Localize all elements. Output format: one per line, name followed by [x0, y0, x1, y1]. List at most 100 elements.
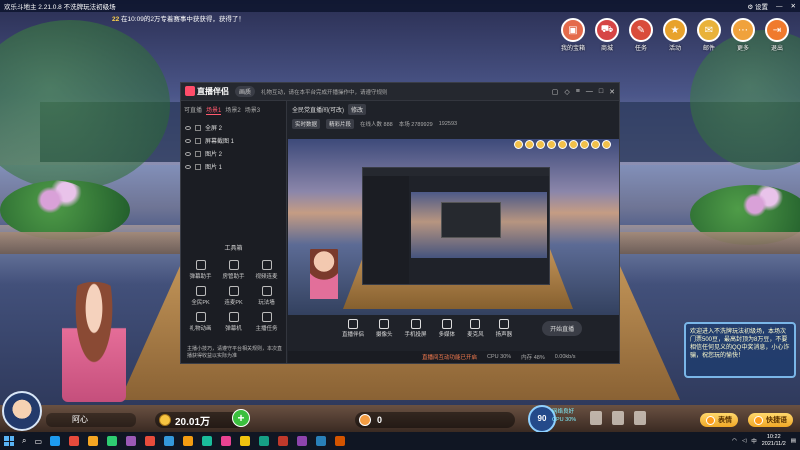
taskbar-app-icon[interactable]: [335, 436, 346, 446]
top-icon-task[interactable]: ✎ 任务: [626, 18, 656, 52]
clock[interactable]: 10:22 2021/11/2: [762, 434, 786, 448]
input-language[interactable]: 中: [751, 437, 757, 445]
windows-start-icon[interactable]: [4, 436, 14, 446]
taskbar-app-icon[interactable]: [126, 436, 137, 446]
checkbox-icon[interactable]: [195, 163, 201, 170]
gift-icon[interactable]: ◇: [564, 88, 569, 96]
taskbar-app-icon[interactable]: [50, 436, 61, 446]
ctl-camera[interactable]: 摄像头: [376, 318, 393, 338]
mic-icon: [470, 318, 481, 329]
tool-icon: [228, 260, 239, 270]
layer-item[interactable]: 图片 2: [185, 147, 282, 160]
tool-link-pk[interactable]: 连麦PK: [218, 286, 249, 306]
settings-icon[interactable]: [634, 411, 646, 425]
search-icon[interactable]: ⌕: [22, 436, 26, 446]
minimize-icon[interactable]: —: [776, 3, 783, 10]
event-icon: ★: [663, 18, 687, 42]
tool-pk[interactable]: 全民PK: [185, 286, 216, 306]
taskbar-app-icon[interactable]: [278, 436, 289, 446]
avatar[interactable]: [2, 391, 42, 431]
tool-danmu[interactable]: 弹幕助手: [185, 260, 216, 280]
taskbar-app-icon[interactable]: [240, 436, 251, 446]
tool-danmu-machine[interactable]: 弹幕机: [218, 312, 249, 332]
record-icon[interactable]: [612, 411, 624, 425]
screen-icon: [348, 318, 358, 329]
game-window-title: 欢乐斗地主 2.21.0.8 不洗牌玩法初级场: [4, 4, 116, 11]
ctl-companion[interactable]: 直播伴侣: [342, 318, 364, 338]
tool-wall[interactable]: 玩法墙: [251, 286, 282, 306]
eye-icon[interactable]: [185, 125, 191, 130]
system-tray: ◠ ◁ 中 10:22 2021/11/2 ▤: [732, 434, 800, 448]
checkbox-icon[interactable]: [195, 124, 201, 131]
layer-item[interactable]: 全屏 2: [185, 121, 282, 134]
close-icon[interactable]: ✕: [791, 2, 796, 10]
edit-button[interactable]: 修改: [348, 104, 367, 115]
close-icon[interactable]: ✕: [609, 88, 615, 96]
tips-notice: 主播小技巧，请遵守平台相关规则，本次直播获得收益以实际为准: [187, 346, 283, 359]
taskbar-app-icon[interactable]: [107, 436, 118, 446]
minimize-icon[interactable]: —: [586, 88, 593, 96]
tool-admin[interactable]: 房管助手: [218, 260, 249, 280]
taskbar-app-icon[interactable]: [259, 436, 270, 446]
menu-icon[interactable]: ≡: [576, 88, 580, 96]
top-icon-shop[interactable]: ⛟ 商城: [592, 18, 622, 52]
shop-icon: ⛟: [595, 18, 619, 42]
message-icon[interactable]: ▢: [552, 88, 559, 96]
tab-scene-3[interactable]: 场景3: [245, 105, 260, 115]
top-icon-mail[interactable]: ✉ 邮件: [694, 18, 724, 52]
quick-chat-button[interactable]: 快捷语: [748, 413, 793, 427]
add-coins-button[interactable]: +: [232, 409, 250, 427]
taskbar-app-icon[interactable]: [69, 436, 80, 446]
top-icon-more[interactable]: ⋯ 更多: [728, 18, 758, 52]
stat-likes: 192593: [438, 121, 458, 127]
highlights-tag[interactable]: 精彩片段: [326, 119, 355, 129]
taskbar-app-icon[interactable]: [297, 436, 308, 446]
start-live-button[interactable]: 开始直播: [542, 320, 583, 336]
tool-video-link[interactable]: 视频连麦: [251, 260, 282, 280]
checkbox-icon[interactable]: [195, 150, 201, 157]
emoji-button[interactable]: 表情: [700, 413, 738, 427]
doc-icon[interactable]: [590, 411, 602, 425]
eye-icon[interactable]: [185, 138, 191, 143]
ctl-media[interactable]: 多媒体: [439, 318, 455, 338]
volume-icon[interactable]: ◁: [742, 438, 746, 444]
tool-gift-anim[interactable]: 礼物动画: [185, 312, 216, 332]
top-icon-event[interactable]: ★ 活动: [660, 18, 690, 52]
taskbar-app-icon[interactable]: [316, 436, 327, 446]
ctl-mic[interactable]: 麦克风: [467, 318, 484, 338]
flowers-right: [720, 185, 790, 225]
top-icon-exit[interactable]: ⇥ 退出: [762, 18, 792, 52]
checkbox-icon[interactable]: [195, 137, 201, 144]
quality-pill[interactable]: 画质: [235, 86, 256, 97]
taskbar-app-icon[interactable]: [164, 436, 175, 446]
wifi-icon[interactable]: ◠: [732, 438, 737, 444]
task-icon: ✎: [629, 18, 653, 42]
ctl-phone-cast[interactable]: 手机投屏: [405, 318, 427, 338]
scene-panel: 可直播 场景1 场景2 场景3 全屏 2 屏幕截图 1 图片 2 图片 1 工具…: [181, 101, 287, 363]
tool-icon: [228, 312, 239, 322]
notification-icon[interactable]: ▤: [791, 438, 796, 444]
settings-button[interactable]: ⚙ 设置: [747, 1, 768, 11]
taskbar-app-icon[interactable]: [202, 436, 213, 446]
taskview-icon[interactable]: ▭: [34, 437, 42, 446]
maximize-icon[interactable]: □: [599, 88, 603, 96]
tool-icon: [195, 312, 206, 322]
taskbar-app-icon[interactable]: [183, 436, 194, 446]
taskbar: ⌕ ▭ ◠ ◁ 中 10:22 2021/11/2 ▤: [0, 432, 800, 450]
taskbar-app-icon[interactable]: [145, 436, 156, 446]
layer-item[interactable]: 屏幕截图 1: [185, 134, 282, 147]
toolbox-title: 工具箱: [224, 246, 243, 252]
stream-preview[interactable]: [288, 139, 619, 315]
tool-anchor-task[interactable]: 主播任务: [251, 312, 282, 332]
tab-scene-2[interactable]: 场景2: [225, 105, 240, 115]
tab-scene-1[interactable]: 场景1: [206, 105, 222, 115]
taskbar-app-icon[interactable]: [88, 436, 99, 446]
top-icon-chest[interactable]: ▣ 我的宝箱: [558, 18, 588, 52]
taskbar-app-icon[interactable]: [221, 436, 232, 446]
layer-item[interactable]: 图片 1: [185, 160, 282, 173]
realtime-data-tag[interactable]: 实时数据: [292, 119, 321, 129]
tab-live[interactable]: 可直播: [184, 105, 202, 115]
eye-icon[interactable]: [185, 164, 191, 169]
ctl-speaker[interactable]: 扬声器: [496, 318, 512, 338]
eye-icon[interactable]: [185, 151, 191, 156]
